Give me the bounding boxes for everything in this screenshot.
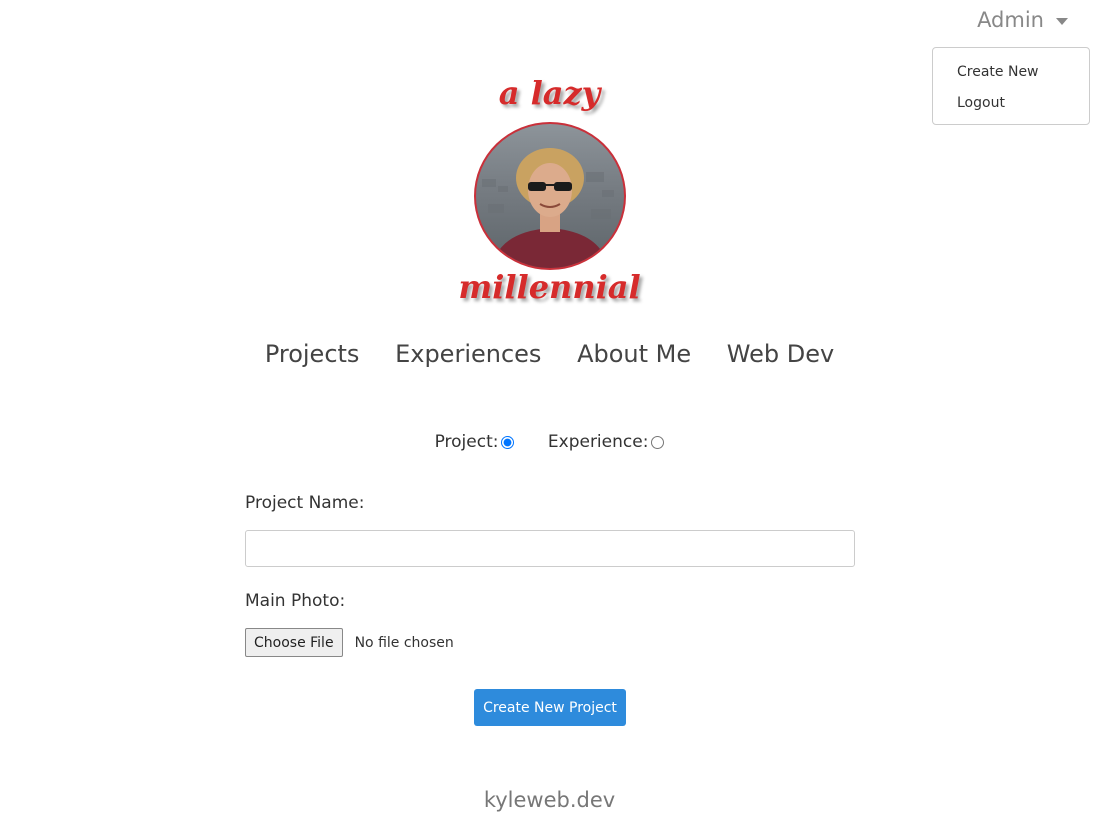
project-name-input[interactable]	[245, 530, 855, 567]
experience-radio[interactable]	[651, 435, 665, 449]
admin-dropdown-toggle[interactable]: Admin	[977, 8, 1068, 32]
project-radio[interactable]	[501, 435, 515, 449]
project-radio-label: Project:	[434, 432, 499, 452]
admin-label: Admin	[977, 8, 1044, 32]
type-option-project: Project:	[435, 432, 515, 452]
nav-item-experiences[interactable]: Experiences	[395, 340, 541, 368]
nav-item-web-dev[interactable]: Web Dev	[727, 340, 834, 368]
main-nav: Projects Experiences About Me Web Dev	[0, 340, 1099, 368]
avatar-photo	[482, 148, 614, 268]
create-new-project-button[interactable]: Create New Project	[474, 689, 626, 726]
experience-radio-label: Experience:	[547, 432, 649, 452]
caret-down-icon	[1056, 17, 1068, 25]
file-picker: Choose File No file chosen	[245, 628, 454, 657]
type-option-experience: Experience:	[548, 432, 665, 452]
nav-item-about-me[interactable]: About Me	[577, 340, 691, 368]
main-photo-label: Main Photo:	[245, 591, 346, 611]
file-status-text: No file chosen	[354, 634, 454, 651]
avatar	[474, 122, 626, 270]
footer-link[interactable]: kyleweb.dev	[0, 788, 1099, 812]
logo-text-bottom: millennial	[458, 268, 641, 306]
nav-item-projects[interactable]: Projects	[265, 340, 360, 368]
choose-file-button[interactable]: Choose File	[245, 628, 343, 657]
type-selector: Project: Experience:	[0, 432, 1099, 452]
logo-text-top: a lazy	[498, 74, 601, 112]
project-name-label: Project Name:	[245, 493, 365, 513]
